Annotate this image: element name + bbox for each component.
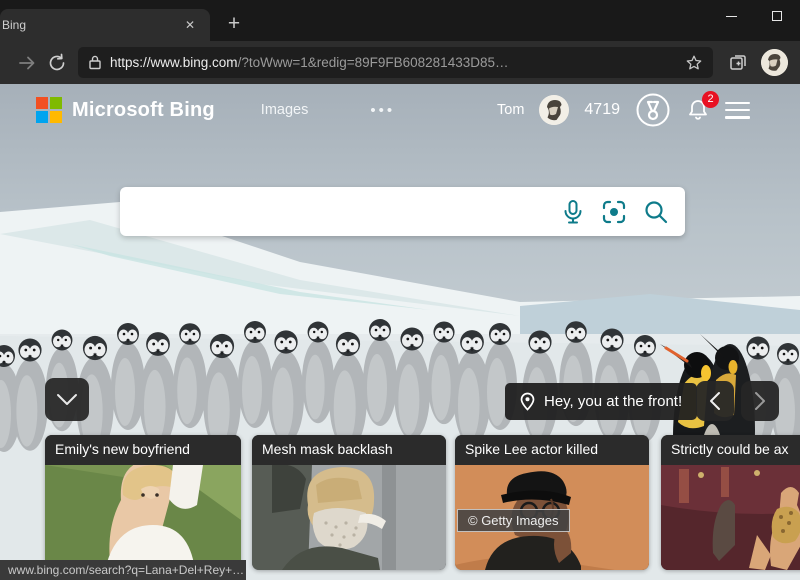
news-card[interactable]: Emily's new boyfriend (45, 435, 241, 570)
nav-images-link[interactable]: Images (261, 102, 309, 118)
news-card-title: Emily's new boyfriend (45, 435, 241, 465)
news-card-image (661, 465, 800, 570)
minimize-icon (726, 16, 737, 17)
status-bar-link-preview: www.bing.com/search?q=Lana+Del+Rey+… (0, 560, 246, 580)
url-text: https://www.bing.com/?toWww=1&redig=89F9… (110, 55, 685, 70)
collections-button[interactable] (723, 48, 753, 78)
forward-button[interactable] (12, 48, 42, 78)
news-card-image (252, 465, 446, 570)
search-input[interactable] (136, 203, 545, 221)
news-cards-carousel: Emily's new boyfriend Mesh mask backlash (45, 435, 800, 571)
visual-search-icon[interactable] (601, 199, 627, 225)
bing-homepage: Microsoft Bing Images ••• Tom 4719 2 H (0, 84, 800, 580)
microphone-icon[interactable] (561, 199, 585, 225)
maximize-button[interactable] (754, 0, 800, 32)
ms-square-blue (36, 111, 48, 123)
url-host: https://www.bing.com (110, 55, 238, 70)
browser-profile-avatar[interactable] (761, 49, 788, 76)
search-icon[interactable] (643, 199, 669, 225)
window-controls (708, 0, 800, 41)
chevron-right-icon (754, 391, 766, 411)
ms-square-green (50, 97, 62, 109)
rewards-points[interactable]: 4719 (584, 101, 620, 119)
url-path: /?toWww=1&redig=89F9FB608281433D85… (238, 55, 509, 70)
carousel-previous-button[interactable] (696, 381, 734, 421)
tab-title: Bing (2, 18, 180, 32)
collections-icon (728, 53, 748, 73)
close-tab-icon[interactable]: ✕ (180, 16, 200, 34)
ms-square-red (36, 97, 48, 109)
maximize-icon (772, 11, 782, 21)
image-info-toggle-button[interactable] (45, 378, 89, 421)
tooltip-text: Hey, you at the front! (544, 393, 682, 410)
favorites-star-icon[interactable] (685, 54, 703, 72)
user-portrait-icon (539, 95, 569, 125)
chevron-down-icon (56, 393, 78, 407)
chevron-left-icon (709, 391, 721, 411)
news-card-title: Mesh mask backlash (252, 435, 446, 465)
refresh-button[interactable] (42, 48, 72, 78)
news-card[interactable]: Strictly could be ax (661, 435, 800, 570)
lock-icon (88, 55, 102, 70)
location-pin-icon (520, 392, 535, 411)
search-box[interactable] (120, 187, 685, 236)
news-card[interactable]: Mesh mask backlash (252, 435, 446, 570)
user-avatar[interactable] (539, 95, 569, 125)
refresh-icon (47, 53, 67, 73)
ms-square-yellow (50, 111, 62, 123)
profile-portrait-icon (761, 49, 788, 76)
tab-bing[interactable]: Bing ✕ (0, 9, 210, 41)
news-card-title: Strictly could be ax (661, 435, 800, 465)
new-tab-button[interactable]: + (220, 11, 248, 39)
user-name[interactable]: Tom (497, 102, 524, 118)
news-card[interactable]: Spike Lee actor killed © Getty Images (455, 435, 649, 570)
news-card-image (45, 465, 241, 570)
browser-toolbar: https://www.bing.com/?toWww=1&redig=89F9… (0, 41, 800, 84)
hamburger-menu-button[interactable] (725, 102, 750, 119)
news-card-title: Spike Lee actor killed (455, 435, 649, 465)
header-right-group: Tom 4719 2 (497, 92, 750, 128)
forward-arrow-icon (17, 53, 37, 73)
title-bar: Bing ✕ + (0, 0, 800, 41)
minimize-button[interactable] (708, 0, 754, 32)
notification-badge: 2 (702, 91, 719, 108)
rewards-medal-icon[interactable] (635, 92, 671, 128)
bing-brand-title[interactable]: Microsoft Bing (72, 99, 215, 122)
image-credit: © Getty Images (457, 509, 570, 532)
bing-header: Microsoft Bing Images ••• Tom 4719 2 (0, 84, 800, 136)
microsoft-logo[interactable] (36, 97, 62, 123)
address-bar[interactable]: https://www.bing.com/?toWww=1&redig=89F9… (78, 47, 713, 78)
carousel-next-button[interactable] (741, 381, 779, 421)
more-menu-button[interactable]: ••• (370, 102, 395, 119)
notifications-button[interactable]: 2 (686, 98, 710, 122)
image-hotspot-tooltip[interactable]: Hey, you at the front! (505, 383, 697, 420)
